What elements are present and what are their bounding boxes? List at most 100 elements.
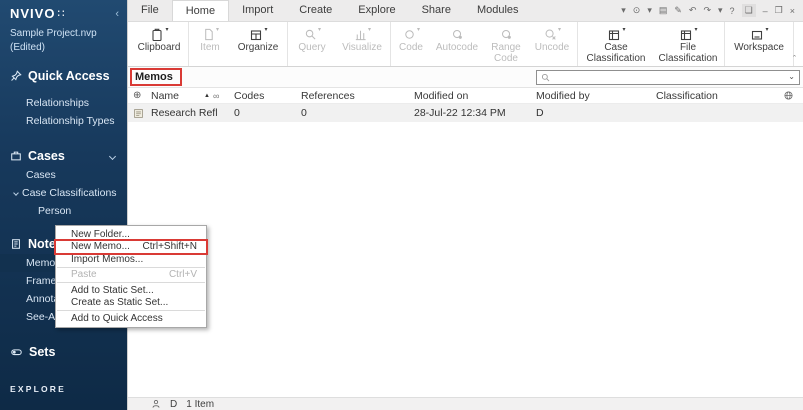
row-references: 0 xyxy=(301,107,307,119)
chevron-down-icon xyxy=(13,190,19,196)
range-code-icon xyxy=(501,29,511,39)
menu-item-add-to-static-set[interactable]: Add to Static Set... xyxy=(56,284,206,297)
sidebar-item-relationship-types[interactable]: Relationship Types xyxy=(0,112,127,130)
sidebar-item-relationships[interactable]: Relationships xyxy=(0,94,127,112)
undo-icon[interactable]: ↶ xyxy=(689,5,697,16)
ribbon-group-coding: ▾ Code Autocode Range Code ▾ Uncode xyxy=(391,22,578,66)
uncode-icon xyxy=(545,29,556,40)
table-row[interactable]: Research Refl 0 0 28-Jul-22 12:34 PM D xyxy=(128,104,803,122)
list-title-row: Memos ⌄ xyxy=(128,67,803,88)
clipboard-button[interactable]: ▾ Clipboard xyxy=(131,22,187,66)
search-input[interactable] xyxy=(553,72,786,82)
tab-create[interactable]: Create xyxy=(286,0,345,21)
sidebar-item-cases[interactable]: Cases xyxy=(0,166,127,184)
link-icon[interactable]: ∞ xyxy=(213,91,219,101)
dropdown-icon: ▾ xyxy=(165,27,169,34)
sets-toggle-icon xyxy=(11,349,22,356)
user-icon xyxy=(152,399,160,408)
column-header-modified-by[interactable]: Modified by xyxy=(536,90,656,102)
dropdown-icon: ▾ xyxy=(264,27,268,34)
case-classification-button[interactable]: ▾ Case Classification xyxy=(579,22,653,66)
tab-explore[interactable]: Explore xyxy=(345,0,408,21)
code-button: ▾ Code xyxy=(399,27,423,53)
comment-icon[interactable]: ❏ xyxy=(741,4,756,17)
restore-icon[interactable]: ❐ xyxy=(775,5,783,16)
sidebar-item-person[interactable]: Person xyxy=(0,202,127,220)
menu-item-add-to-quick-access[interactable]: Add to Quick Access xyxy=(56,312,206,325)
uncode-button: ▾ Uncode xyxy=(534,27,570,53)
help-icon[interactable]: ? xyxy=(730,6,735,16)
sidebar: NVIVO ∷ ‹ Sample Project.nvp (Edited) Qu… xyxy=(0,0,127,410)
dropdown-icon: ▾ xyxy=(367,27,371,34)
ribbon-collapse-icon[interactable]: ˆ xyxy=(793,54,796,64)
expand-all-icon[interactable]: ⊕ xyxy=(133,90,151,101)
tab-share[interactable]: Share xyxy=(409,0,464,21)
sidebar-section-label: Quick Access xyxy=(28,69,110,83)
dropdown-icon[interactable]: ▾ xyxy=(621,5,626,16)
menu-item-import-memos[interactable]: Import Memos... xyxy=(56,253,206,266)
ribbon-group-workspace: ▾ Workspace xyxy=(725,22,794,66)
sidebar-item-case-classifications[interactable]: Case Classifications xyxy=(0,184,127,202)
chevron-down-icon[interactable]: ⌄ xyxy=(788,73,795,81)
ribbon-group-item-organize: ▾ Item ▾ Organize xyxy=(189,22,288,66)
column-header-classification[interactable]: Classification xyxy=(656,90,781,102)
workspace-button[interactable]: ▾ Workspace xyxy=(726,22,792,66)
search-box[interactable]: ⌄ xyxy=(536,69,800,85)
column-header-name[interactable]: Name xyxy=(151,90,204,102)
ribbon-tab-bar: File Home Import Create Explore Share Mo… xyxy=(128,0,803,22)
dropdown-icon: ▾ xyxy=(215,27,219,34)
menu-item-create-as-static-set[interactable]: Create as Static Set... xyxy=(56,297,206,310)
dropdown-icon: ▾ xyxy=(622,27,626,34)
tab-modules[interactable]: Modules xyxy=(464,0,532,21)
column-header-modified-on[interactable]: Modified on xyxy=(414,90,536,102)
sort-ascending-icon[interactable]: ▲ xyxy=(204,93,210,99)
close-icon[interactable]: × xyxy=(790,6,795,16)
explore-section-label: EXPLORE xyxy=(10,384,67,394)
clipboard-icon xyxy=(152,28,163,41)
row-codes: 0 xyxy=(234,107,240,119)
list-title-annotation-box: Memos xyxy=(130,68,182,86)
autocode-icon xyxy=(452,29,462,39)
visualize-button: ▾ Visualize xyxy=(342,27,382,53)
file-classification-button[interactable]: ▾ File Classification xyxy=(653,22,723,66)
menu-item-new-folder[interactable]: New Folder... xyxy=(56,228,206,241)
dropdown-icon: ▾ xyxy=(765,27,769,34)
sidebar-collapse-icon[interactable]: ‹ xyxy=(115,8,119,20)
minimize-icon[interactable]: – xyxy=(763,6,768,16)
sidebar-section-quick-access[interactable]: Quick Access xyxy=(0,66,127,86)
status-item-count: 1 Item xyxy=(186,398,215,410)
sidebar-section-sets[interactable]: Sets xyxy=(0,342,127,362)
page-icon xyxy=(205,28,213,41)
dropdown-icon: ▾ xyxy=(557,27,561,34)
column-header-references[interactable]: References xyxy=(301,90,414,102)
dropdown-icon: ▾ xyxy=(317,27,321,34)
ribbon-group-query-visualize: ▾ Query ▾ Visualize xyxy=(288,22,391,66)
sidebar-section-cases[interactable]: Cases xyxy=(0,146,127,166)
organize-icon xyxy=(251,29,262,40)
workspace-icon xyxy=(752,30,763,40)
edit-icon[interactable]: ✎ xyxy=(674,5,682,16)
chevron-down-icon[interactable] xyxy=(108,152,117,160)
range-code-button: Range Code xyxy=(484,22,528,66)
window-controls: ▾ ⊙ ▾ ▤ ✎ ↶ ↷ ▾ ? ❏ – ❐ × xyxy=(621,0,803,21)
nvivo-logo-dots-icon: ∷ xyxy=(57,8,65,20)
dropdown-icon[interactable]: ▾ xyxy=(718,5,723,16)
globe-filter-icon[interactable] xyxy=(783,90,794,101)
sidebar-logo-row: NVIVO ∷ ‹ xyxy=(0,0,127,21)
organize-button[interactable]: ▾ Organize xyxy=(230,22,286,66)
ribbon: ▾ Clipboard ▾ Item ▾ Organize ▾ Query ▾ … xyxy=(128,22,803,67)
row-name[interactable]: Research Refl xyxy=(151,107,218,119)
redo-icon[interactable]: ↷ xyxy=(703,5,711,16)
column-header-codes[interactable]: Codes xyxy=(234,90,301,102)
user-icon[interactable]: ⊙ xyxy=(633,5,641,16)
dropdown-icon: ▾ xyxy=(694,27,698,34)
ribbon-group-clipboard: ▾ Clipboard xyxy=(130,22,189,66)
tab-import[interactable]: Import xyxy=(229,0,286,21)
tab-file[interactable]: File xyxy=(128,0,172,21)
dropdown-icon[interactable]: ▾ xyxy=(647,5,652,16)
nvivo-logo: NVIVO xyxy=(10,6,56,21)
save-icon[interactable]: ▤ xyxy=(659,5,668,16)
tab-home[interactable]: Home xyxy=(171,0,230,21)
menu-item-new-memo[interactable]: New Memo... Ctrl+Shift+N xyxy=(54,238,208,255)
main-area: File Home Import Create Explore Share Mo… xyxy=(127,0,803,410)
